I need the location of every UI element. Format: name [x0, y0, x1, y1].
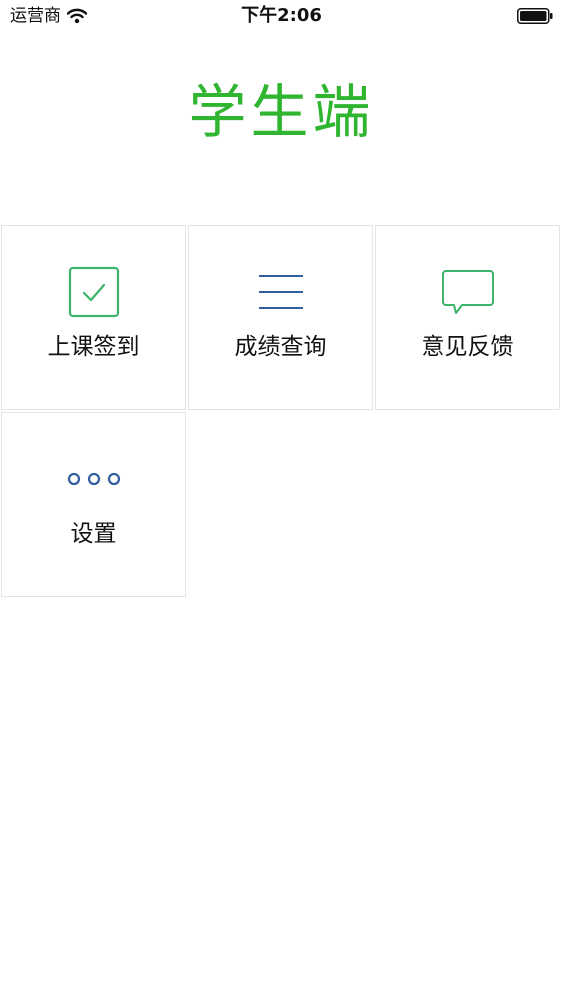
tile-label: 成绩查询 — [234, 334, 327, 360]
status-time: 下午2:06 — [241, 5, 322, 26]
more-dots-icon — [67, 472, 120, 486]
battery-icon — [517, 8, 553, 24]
tile-grades[interactable]: 成绩查询 — [188, 225, 373, 410]
tile-feedback[interactable]: 意见反馈 — [375, 225, 560, 410]
tile-checkin[interactable]: 上课签到 — [1, 225, 186, 410]
tile-settings[interactable]: 设置 — [1, 412, 186, 597]
page-title: 学生端 — [188, 78, 375, 146]
status-bar: 运营商 下午2:06 — [0, 0, 563, 32]
chat-bubble-icon — [441, 270, 494, 314]
tile-label: 设置 — [70, 521, 117, 547]
list-lines-icon — [258, 275, 303, 309]
tile-label: 意见反馈 — [421, 334, 514, 360]
tile-label: 上课签到 — [47, 334, 140, 360]
checkbox-icon — [68, 266, 119, 318]
